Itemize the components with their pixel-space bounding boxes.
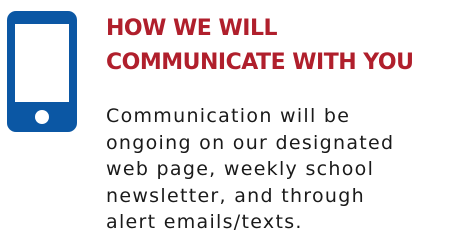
section-heading: HOW WE WILL COMMUNICATE WITH YOU bbox=[106, 12, 414, 80]
section-body: Communication will be ongoing on our des… bbox=[106, 103, 462, 236]
body-line: ongoing on our designated bbox=[106, 131, 395, 154]
body-line: newsletter, and through bbox=[106, 184, 365, 207]
heading-line-2: COMMUNICATE WITH YOU bbox=[106, 50, 414, 75]
communication-section: HOW WE WILL COMMUNICATE WITH YOU Communi… bbox=[0, 0, 464, 242]
body-line: Communication will be bbox=[106, 105, 351, 127]
smartphone-icon bbox=[7, 11, 77, 132]
body-line: alert emails/texts. bbox=[106, 211, 303, 233]
body-line: web page, weekly school bbox=[106, 158, 375, 180]
heading-line-1: HOW WE WILL bbox=[106, 16, 277, 41]
